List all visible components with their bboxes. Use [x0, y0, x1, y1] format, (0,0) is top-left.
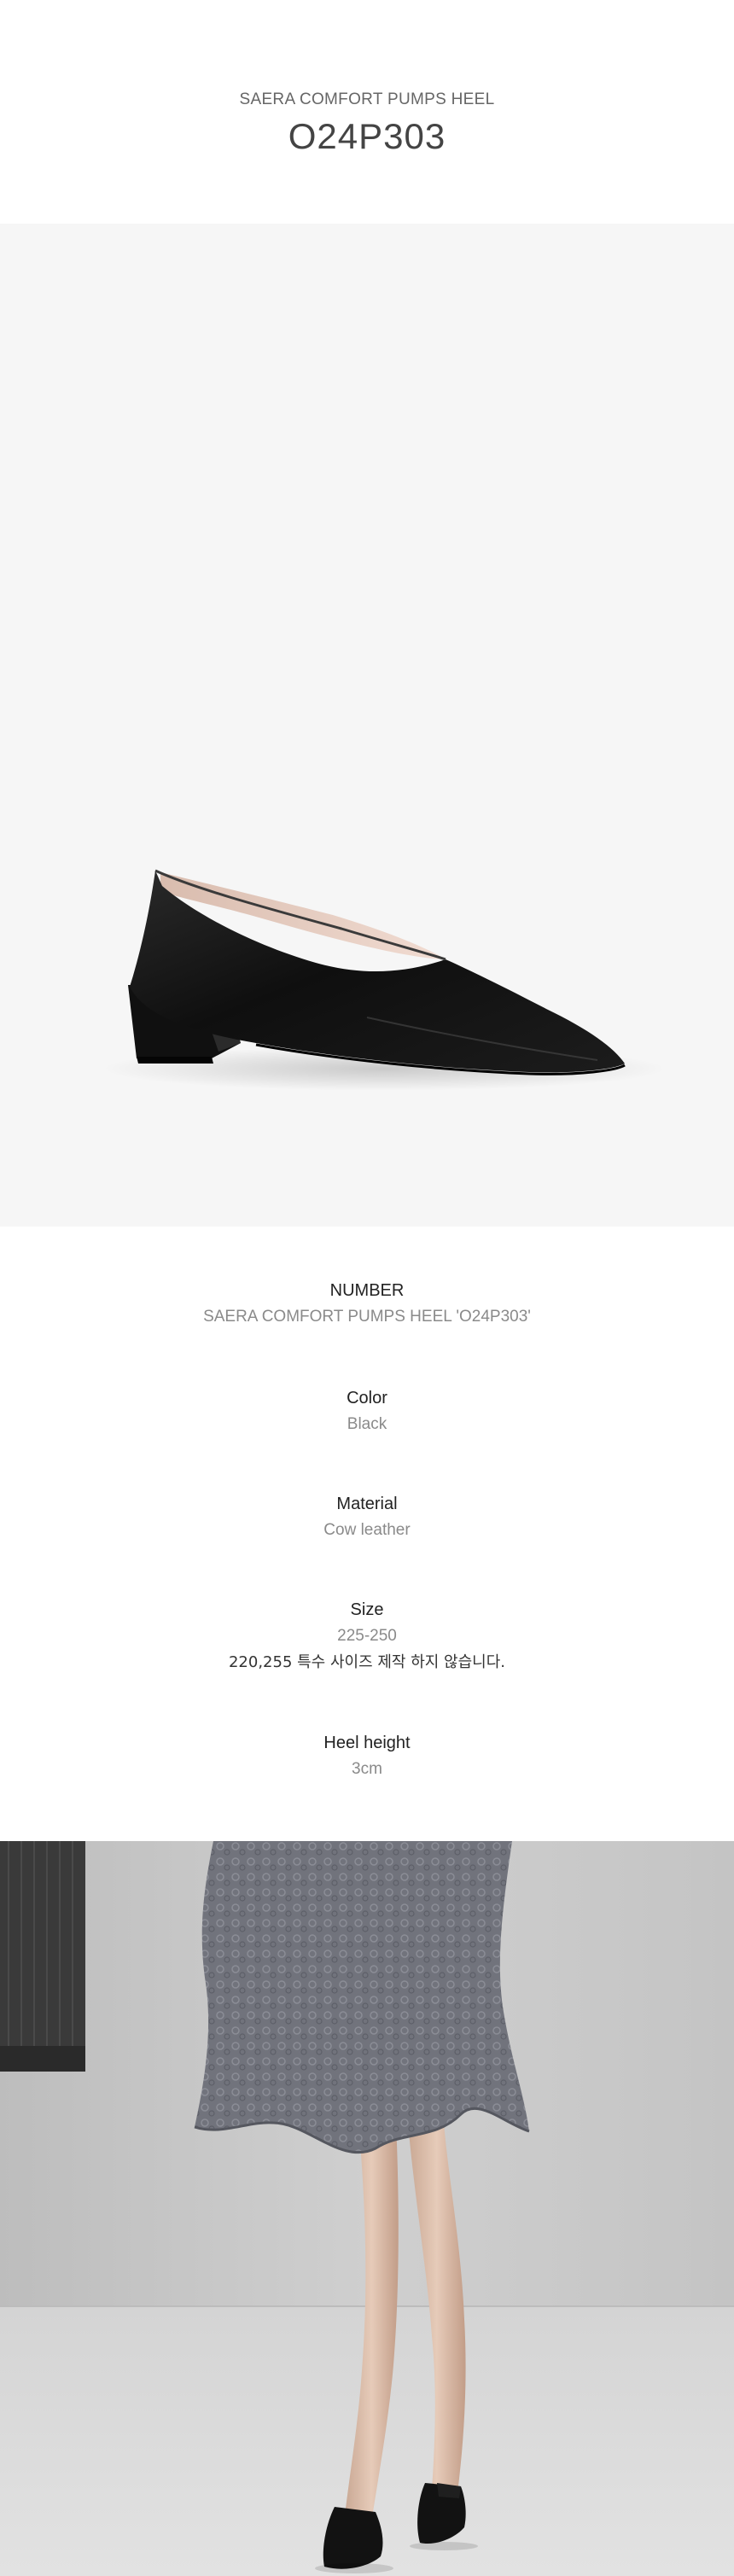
spec-size-value: 225-250 [337, 1627, 397, 1645]
product-subtitle: SAERA COMFORT PUMPS HEEL [239, 90, 495, 108]
spec-heel-height: Heel height 3cm [0, 1730, 734, 1783]
spec-color-value: Black [347, 1415, 387, 1433]
spec-number: NUMBER SAERA COMFORT PUMPS HEEL 'O24P303… [0, 1278, 734, 1331]
product-details: NUMBER SAERA COMFORT PUMPS HEEL 'O24P303… [0, 1227, 734, 1841]
spec-size: Size 225-250 220,255 특수 사이즈 제작 하지 않습니다. [0, 1597, 734, 1676]
spec-material: Material Cow leather [0, 1491, 734, 1544]
spec-heel-height-value: 3cm [352, 1760, 382, 1778]
spec-color: Color Black [0, 1385, 734, 1438]
product-photo [0, 224, 734, 1227]
shoe-image [102, 869, 666, 1091]
lifestyle-photo [0, 1841, 734, 2576]
product-model-title: O24P303 [288, 116, 446, 156]
lifestyle-image [0, 1841, 734, 2576]
spec-size-note: 220,255 특수 사이즈 제작 하지 않습니다. [228, 1653, 506, 1671]
spec-heel-height-label: Heel height [323, 1734, 411, 1752]
spec-number-label: NUMBER [329, 1281, 405, 1300]
spec-number-value: SAERA COMFORT PUMPS HEEL 'O24P303' [203, 1308, 531, 1326]
product-header: SAERA COMFORT PUMPS HEEL O24P303 [0, 0, 734, 224]
spec-size-label: Size [350, 1600, 384, 1619]
spec-material-value: Cow leather [323, 1521, 411, 1539]
spec-color-label: Color [347, 1389, 387, 1407]
spec-material-label: Material [336, 1495, 398, 1513]
